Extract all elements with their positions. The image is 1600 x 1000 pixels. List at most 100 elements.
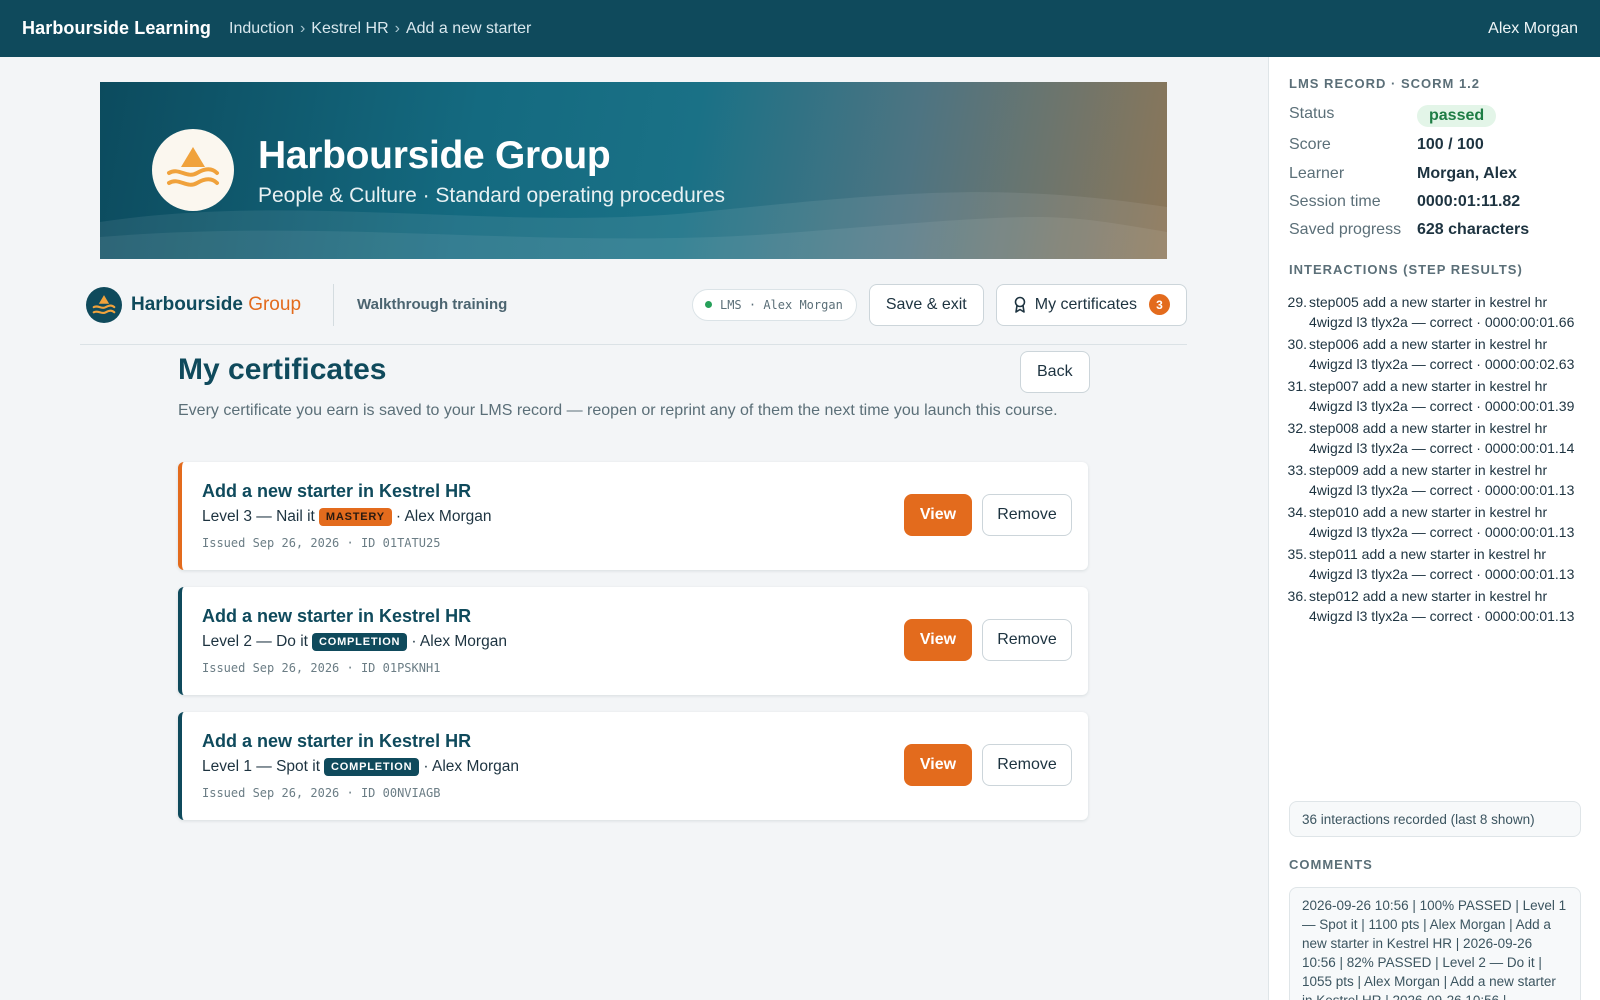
interactions-heading: INTERACTIONS (STEP RESULTS) <box>1289 262 1523 277</box>
comments-heading: COMMENTS <box>1289 857 1373 872</box>
training-mode-label: Walkthrough training <box>357 296 508 313</box>
lms-record-heading: LMS RECORD · SCORM 1.2 <box>1289 76 1481 91</box>
remove-certificate-button[interactable]: Remove <box>982 619 1072 661</box>
certificate-type-badge: COMPLETION <box>311 633 408 651</box>
interactions-list: 29. step005 add a new starter in kestrel … <box>1281 293 1589 629</box>
interactions-count-note: 36 interactions recorded (last 8 shown) <box>1289 801 1581 837</box>
breadcrumb-item-induction[interactable]: Induction <box>229 20 294 38</box>
hero-title: Harbourside Group <box>258 134 611 177</box>
record-value: Morgan, Alex <box>1417 165 1517 182</box>
record-key: Learner <box>1289 165 1345 182</box>
interaction-number: 29. <box>1287 294 1307 310</box>
status-badge: passed <box>1417 105 1497 127</box>
certificate-level: Level 2 — Do it <box>202 633 308 650</box>
certificate-meta: Issued Sep 26, 2026 · ID 01PSKNH1 <box>202 661 441 675</box>
certificate-card: Add a new starter in Kestrel HR Level 3 … <box>178 462 1088 570</box>
record-row-score: Score 100 / 100 <box>1289 136 1589 154</box>
interaction-item: 35. step011 add a new starter in kestrel … <box>1281 545 1589 584</box>
interaction-number: 36. <box>1287 588 1307 604</box>
record-value: passed <box>1417 105 1497 127</box>
org-name: Harbourside Group <box>131 294 301 316</box>
interaction-item: 30. step006 add a new starter in kestrel … <box>1281 335 1589 374</box>
certificate-meta: Issued Sep 26, 2026 · ID 01TATU25 <box>202 536 441 550</box>
my-certificates-label: My certificates <box>1034 295 1137 313</box>
record-value: 628 characters <box>1417 221 1530 238</box>
interaction-item: 32. step008 add a new starter in kestrel … <box>1281 419 1589 458</box>
remove-certificate-button[interactable]: Remove <box>982 744 1072 786</box>
interaction-item: 36. step012 add a new starter in kestrel … <box>1281 587 1589 626</box>
interaction-text: step011 add a new starter in kestrel hr … <box>1309 546 1575 582</box>
harbour-logo-icon <box>92 294 116 314</box>
comments-log[interactable]: 2026-09-26 10:56 | 100% PASSED | Level 1… <box>1289 887 1581 1000</box>
interaction-item: 34. step010 add a new starter in kestrel … <box>1281 503 1589 542</box>
record-row-saved-progress: Saved progress 628 characters <box>1289 221 1589 239</box>
org-name-main: Harbourside <box>131 293 243 315</box>
interaction-number: 33. <box>1287 462 1307 478</box>
interaction-text: step006 add a new starter in kestrel hr … <box>1309 336 1575 372</box>
record-row-session-time: Session time 0000:01:11.82 <box>1289 193 1589 211</box>
page-title: My certificates <box>178 353 387 386</box>
record-key: Status <box>1289 105 1335 122</box>
org-name-accent: Group <box>248 293 302 315</box>
breadcrumb: Induction › Kestrel HR › Add a new start… <box>229 20 531 38</box>
user-name[interactable]: Alex Morgan <box>1488 20 1578 38</box>
breadcrumb-separator: › <box>299 19 306 37</box>
interaction-number: 34. <box>1287 504 1307 520</box>
interaction-text: step010 add a new starter in kestrel hr … <box>1309 504 1575 540</box>
interaction-number: 30. <box>1287 336 1307 352</box>
breadcrumb-item-kestrel-hr[interactable]: Kestrel HR <box>311 20 388 38</box>
record-value: 100 / 100 <box>1417 136 1484 153</box>
record-row-status: Status passed <box>1289 105 1589 127</box>
connected-dot-icon <box>704 301 712 308</box>
certificate-learner: · Alex Morgan <box>411 633 507 650</box>
interaction-text: step008 add a new starter in kestrel hr … <box>1309 420 1575 456</box>
record-row-learner: Learner Morgan, Alex <box>1289 165 1589 183</box>
remove-certificate-button[interactable]: Remove <box>982 494 1072 536</box>
interaction-text: step012 add a new starter in kestrel hr … <box>1309 588 1575 624</box>
lms-record-panel[interactable]: LMS RECORD · SCORM 1.2 Status passed Sco… <box>1268 57 1600 1000</box>
record-key: Session time <box>1289 193 1381 210</box>
certificate-type-badge: MASTERY <box>318 508 392 526</box>
interaction-number: 31. <box>1287 378 1307 394</box>
view-certificate-button[interactable]: View <box>904 619 972 661</box>
record-key: Saved progress <box>1289 221 1402 238</box>
interaction-text: step009 add a new starter in kestrel hr … <box>1309 462 1575 498</box>
certificate-level-line: Level 1 — Spot it COMPLETION · Alex Morg… <box>202 758 519 776</box>
interaction-number: 32. <box>1287 420 1307 436</box>
harbour-logo-icon <box>167 147 219 187</box>
save-exit-button[interactable]: Save & exit <box>868 283 984 326</box>
certificate-level-line: Level 2 — Do it COMPLETION · Alex Morgan <box>202 633 507 651</box>
lms-status-text: LMS · Alex Morgan <box>719 297 843 312</box>
breadcrumb-separator: › <box>394 19 400 37</box>
interaction-text: step005 add a new starter in kestrel hr … <box>1309 294 1575 330</box>
course-toolbar: Harbourside Group Walkthrough training L… <box>80 265 1187 345</box>
hero-logo <box>152 129 234 211</box>
app-brand[interactable]: Harbourside Learning <box>22 18 211 39</box>
page-intro: Every certificate you earn is saved to y… <box>178 402 1058 419</box>
lms-connection-status: LMS · Alex Morgan <box>691 288 857 321</box>
toolbar-divider <box>333 283 335 326</box>
interaction-item: 33. step009 add a new starter in kestrel … <box>1281 461 1589 500</box>
record-value: 0000:01:11.82 <box>1417 193 1521 210</box>
org-logo <box>86 286 122 323</box>
certificate-type-badge: COMPLETION <box>324 758 420 776</box>
view-certificate-button[interactable]: View <box>904 494 972 536</box>
interaction-item: 31. step007 add a new starter in kestrel … <box>1281 377 1589 416</box>
top-bar: Harbourside Learning Induction › Kestrel… <box>0 0 1600 57</box>
hero-subtitle: People & Culture · Standard operating pr… <box>258 184 725 207</box>
certificate-title: Add a new starter in Kestrel HR <box>202 481 472 501</box>
certificate-card: Add a new starter in Kestrel HR Level 1 … <box>178 712 1088 820</box>
certificate-learner: · Alex Morgan <box>423 758 520 775</box>
interaction-number: 35. <box>1287 546 1307 562</box>
award-ribbon-icon <box>1014 296 1026 313</box>
interaction-text: step007 add a new starter in kestrel hr … <box>1309 378 1575 414</box>
breadcrumb-item-current: Add a new starter <box>405 19 532 37</box>
view-certificate-button[interactable]: View <box>904 744 972 786</box>
hero-banner: Harbourside Group People & Culture · Sta… <box>100 82 1167 259</box>
certificate-level: Level 1 — Spot it <box>202 758 321 775</box>
back-button[interactable]: Back <box>1020 351 1090 393</box>
certificate-title: Add a new starter in Kestrel HR <box>202 606 472 626</box>
certificate-level: Level 3 — Nail it <box>202 508 315 525</box>
certificates-count-badge: 3 <box>1149 294 1170 315</box>
my-certificates-button[interactable]: My certificates 3 <box>995 283 1187 326</box>
